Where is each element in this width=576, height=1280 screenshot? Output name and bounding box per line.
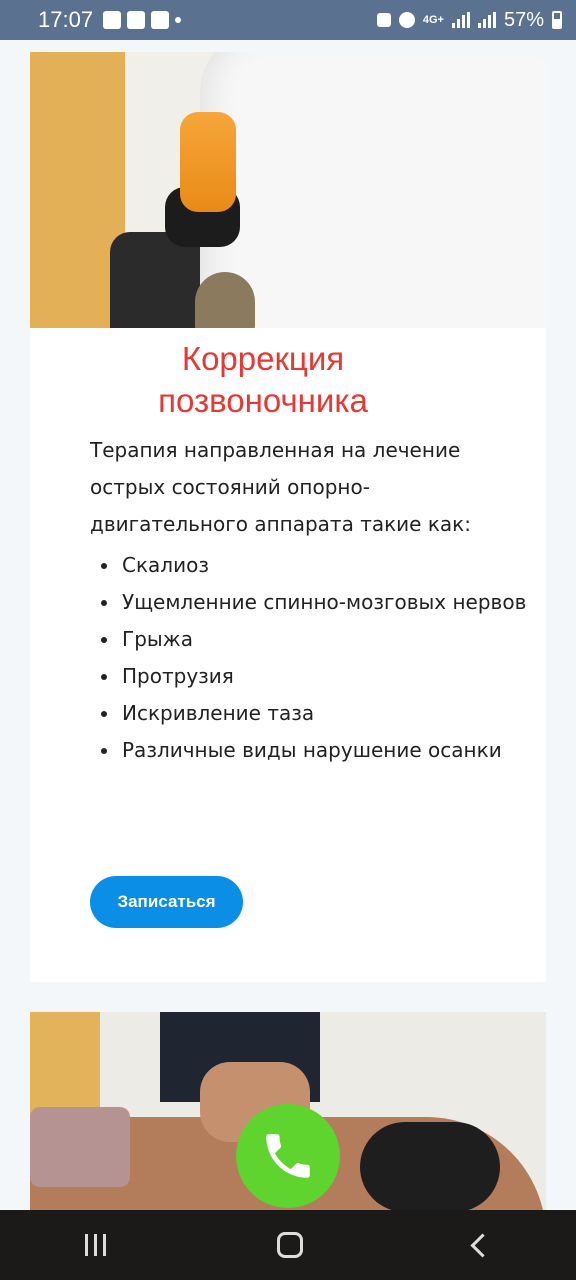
list-item: Искривление таза	[120, 695, 540, 732]
phone-icon	[266, 1134, 310, 1178]
service-title-line2: позвоночника	[158, 382, 368, 419]
status-time: 17:07	[38, 7, 94, 32]
conditions-list: Скалиоз Ущемленние спинно-мозговых нерво…	[90, 547, 540, 769]
gallery-icon	[103, 11, 122, 29]
back-icon[interactable]	[470, 1232, 495, 1258]
system-nav-bar	[0, 1210, 576, 1280]
photo-pot	[195, 272, 255, 328]
service-title: Коррекция позвоночника	[30, 338, 496, 422]
photo-doctor-coat	[200, 52, 546, 328]
battery-percent: 57%	[503, 8, 544, 31]
call-button[interactable]	[236, 1104, 340, 1208]
service-title-line1: Коррекция	[181, 340, 345, 377]
photo-blanket	[30, 1107, 130, 1187]
alarm-icon	[398, 12, 415, 28]
service-photo	[30, 52, 546, 328]
photo-patient-head	[360, 1122, 500, 1212]
list-item: Протрузия	[120, 658, 540, 695]
list-item: Грыжа	[120, 621, 540, 658]
notification-icons	[103, 11, 182, 29]
signal-icon	[451, 12, 470, 28]
photo-oil-bottle	[180, 112, 236, 212]
service-card-spine: Коррекция позвоночника Терапия направлен…	[30, 52, 546, 982]
signup-button[interactable]: Записаться	[90, 876, 243, 928]
status-right: 4G+ 57%	[376, 8, 562, 32]
document-icon	[127, 11, 146, 29]
network-type: 4G+	[422, 14, 444, 26]
lock-icon	[376, 13, 391, 27]
recents-icon[interactable]	[85, 1234, 107, 1256]
tiktok-icon	[151, 11, 170, 29]
list-item: Различные виды нарушение осанки	[120, 732, 540, 769]
battery-icon	[552, 11, 562, 29]
list-item: Ущемленние спинно-мозговых нервов	[120, 584, 540, 621]
signal-2-icon	[477, 12, 496, 28]
more-notifications-icon	[175, 17, 182, 23]
status-bar: 17:07 4G+ 57%	[0, 0, 576, 40]
list-item: Скалиоз	[120, 547, 540, 584]
home-icon[interactable]	[276, 1232, 303, 1258]
service-description: Терапия направленная на лечение острых с…	[90, 438, 471, 536]
